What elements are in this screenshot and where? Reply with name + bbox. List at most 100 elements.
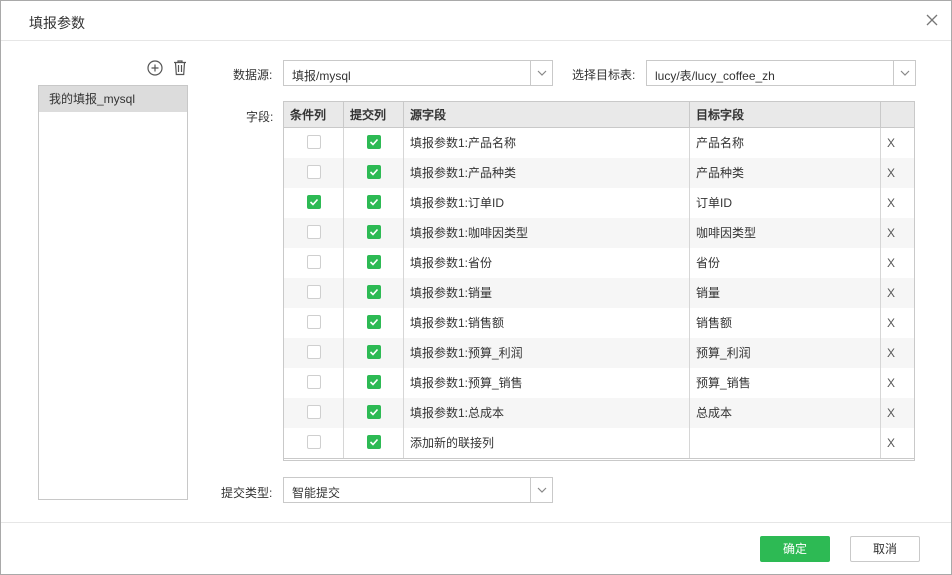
condition-checkbox[interactable]	[307, 195, 321, 209]
list-item[interactable]: 我的填报_mysql	[39, 86, 187, 112]
datasource-value: 填报/mysql	[292, 69, 351, 83]
dialog-titlebar: 填报参数	[1, 1, 951, 41]
target-table-value: lucy/表/lucy_coffee_zh	[655, 69, 775, 83]
delete-row-button[interactable]: X	[881, 218, 914, 248]
target-field-cell[interactable]: 产品种类	[690, 158, 881, 188]
source-field-cell[interactable]: 填报参数1:订单ID	[404, 188, 690, 218]
source-field-cell[interactable]: 填报参数1:销售额	[404, 308, 690, 338]
source-field-cell[interactable]: 填报参数1:省份	[404, 248, 690, 278]
delete-row-button[interactable]: X	[881, 428, 914, 458]
condition-checkbox[interactable]	[307, 255, 321, 269]
target-field-cell[interactable]: 预算_销售	[690, 368, 881, 398]
submit-type-label: 提交类型:	[221, 486, 273, 500]
condition-cell	[284, 308, 344, 338]
table-footer-line	[284, 458, 914, 460]
source-field-cell[interactable]: 填报参数1:总成本	[404, 398, 690, 428]
table-header: 条件列 提交列 源字段 目标字段	[284, 102, 914, 128]
delete-row-button[interactable]: X	[881, 308, 914, 338]
condition-checkbox[interactable]	[307, 315, 321, 329]
target-field-cell[interactable]: 销售额	[690, 308, 881, 338]
target-field-cell[interactable]: 产品名称	[690, 128, 881, 158]
submit-checkbox[interactable]	[367, 345, 381, 359]
condition-checkbox[interactable]	[307, 375, 321, 389]
chevron-down-icon[interactable]	[530, 478, 552, 502]
delete-row-button[interactable]: X	[881, 128, 914, 158]
delete-row-button[interactable]: X	[881, 158, 914, 188]
table-row: 添加新的联接列 X	[284, 428, 914, 458]
submit-checkbox[interactable]	[367, 195, 381, 209]
chevron-down-icon[interactable]	[530, 61, 552, 85]
trash-icon[interactable]	[172, 59, 188, 79]
source-field-cell[interactable]: 填报参数1:预算_利润	[404, 338, 690, 368]
condition-cell	[284, 368, 344, 398]
condition-cell	[284, 128, 344, 158]
condition-checkbox[interactable]	[307, 135, 321, 149]
condition-checkbox[interactable]	[307, 435, 321, 449]
delete-row-button[interactable]: X	[881, 368, 914, 398]
fields-label: 字段:	[246, 110, 274, 124]
condition-cell	[284, 428, 344, 458]
target-field-cell[interactable]: 总成本	[690, 398, 881, 428]
submit-checkbox[interactable]	[367, 375, 381, 389]
submit-cell	[344, 428, 404, 458]
source-field-cell[interactable]: 添加新的联接列	[404, 428, 690, 458]
source-field-cell[interactable]: 填报参数1:产品名称	[404, 128, 690, 158]
target-field-cell[interactable]: 订单ID	[690, 188, 881, 218]
submit-type-value: 智能提交	[292, 486, 341, 500]
confirm-button[interactable]: 确定	[760, 536, 830, 562]
condition-cell	[284, 218, 344, 248]
table-row: 填报参数1:产品种类 产品种类 X	[284, 158, 914, 188]
plus-circle-icon[interactable]	[147, 60, 163, 79]
table-row: 填报参数1:预算_利润 预算_利润 X	[284, 338, 914, 368]
delete-row-button[interactable]: X	[881, 338, 914, 368]
condition-checkbox[interactable]	[307, 165, 321, 179]
close-icon[interactable]	[925, 13, 939, 27]
source-field-cell[interactable]: 填报参数1:预算_销售	[404, 368, 690, 398]
submit-checkbox[interactable]	[367, 405, 381, 419]
condition-cell	[284, 338, 344, 368]
submit-cell	[344, 368, 404, 398]
condition-checkbox[interactable]	[307, 225, 321, 239]
submit-checkbox[interactable]	[367, 165, 381, 179]
submit-checkbox[interactable]	[367, 255, 381, 269]
condition-cell	[284, 158, 344, 188]
source-field-cell[interactable]: 填报参数1:咖啡因类型	[404, 218, 690, 248]
submit-type-select[interactable]: 智能提交	[283, 477, 553, 503]
table-body: 填报参数1:产品名称 产品名称 X 填报参数1:产品种类 产品种类 X 填报参数1:订单ID…	[284, 128, 914, 458]
submit-checkbox[interactable]	[367, 315, 381, 329]
submit-checkbox[interactable]	[367, 435, 381, 449]
table-row: 填报参数1:咖啡因类型 咖啡因类型 X	[284, 218, 914, 248]
delete-row-button[interactable]: X	[881, 188, 914, 218]
target-field-cell[interactable]: 预算_利润	[690, 338, 881, 368]
table-row: 填报参数1:销量 销量 X	[284, 278, 914, 308]
delete-row-button[interactable]: X	[881, 398, 914, 428]
table-row: 填报参数1:订单ID 订单ID X	[284, 188, 914, 218]
table-row: 填报参数1:省份 省份 X	[284, 248, 914, 278]
source-field-cell[interactable]: 填报参数1:销量	[404, 278, 690, 308]
header-target-field: 目标字段	[690, 102, 881, 128]
delete-row-button[interactable]: X	[881, 248, 914, 278]
target-table-select[interactable]: lucy/表/lucy_coffee_zh	[646, 60, 916, 86]
submit-checkbox[interactable]	[367, 135, 381, 149]
target-field-cell[interactable]	[690, 428, 881, 458]
source-field-cell[interactable]: 填报参数1:产品种类	[404, 158, 690, 188]
condition-checkbox[interactable]	[307, 285, 321, 299]
header-source-field: 源字段	[404, 102, 690, 128]
datasource-select[interactable]: 填报/mysql	[283, 60, 553, 86]
target-field-cell[interactable]: 咖啡因类型	[690, 218, 881, 248]
condition-checkbox[interactable]	[307, 345, 321, 359]
submit-cell	[344, 218, 404, 248]
submit-cell	[344, 338, 404, 368]
submit-checkbox[interactable]	[367, 225, 381, 239]
header-condition-column: 条件列	[284, 102, 344, 128]
submit-cell	[344, 158, 404, 188]
footer-divider	[1, 522, 951, 523]
parameter-list: 我的填报_mysql	[38, 85, 188, 500]
chevron-down-icon[interactable]	[893, 61, 915, 85]
target-field-cell[interactable]: 销量	[690, 278, 881, 308]
cancel-button[interactable]: 取消	[850, 536, 920, 562]
target-field-cell[interactable]: 省份	[690, 248, 881, 278]
condition-checkbox[interactable]	[307, 405, 321, 419]
submit-checkbox[interactable]	[367, 285, 381, 299]
delete-row-button[interactable]: X	[881, 278, 914, 308]
